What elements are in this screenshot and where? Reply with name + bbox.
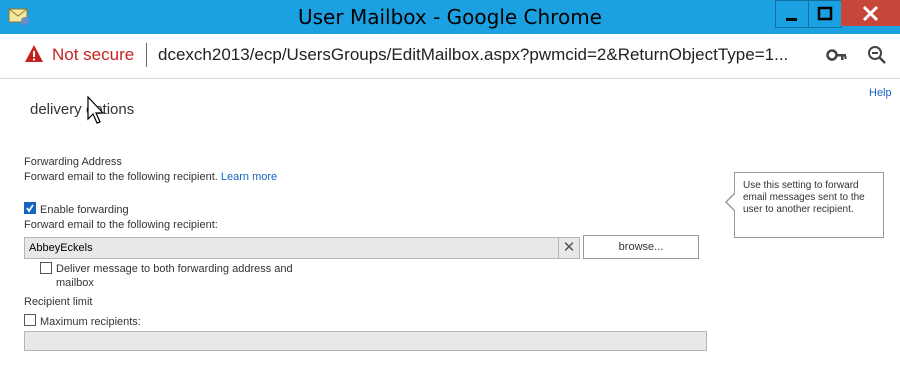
window-title: User Mailbox - Google Chrome <box>298 5 602 29</box>
tooltip-arrow-fill <box>727 193 736 211</box>
forwarding-address-title: Forwarding Address <box>24 156 122 168</box>
deliver-both-label-line2: mailbox <box>56 277 94 289</box>
page-content: Help delivery options Forwarding Address… <box>0 79 900 375</box>
clear-recipient-button[interactable]: ✕ <box>558 238 579 258</box>
max-recipients-checkbox[interactable] <box>24 314 36 326</box>
key-icon[interactable] <box>826 46 848 64</box>
forwarding-tooltip: Use this setting to forward email messag… <box>734 172 884 238</box>
forwarding-description-text: Forward email to the following recipient… <box>24 171 218 183</box>
close-icon <box>862 5 879 22</box>
address-bar: Not secure dcexch2013/ecp/UsersGroups/Ed… <box>0 34 900 79</box>
recipient-value: AbbeyEckels <box>29 242 93 254</box>
forward-to-label: Forward email to the following recipient… <box>24 219 218 231</box>
title-bar: User Mailbox - Google Chrome <box>0 0 900 34</box>
close-button[interactable] <box>841 0 900 26</box>
recipient-limit-title: Recipient limit <box>24 296 93 308</box>
max-recipients-input[interactable] <box>24 331 707 351</box>
minimize-button[interactable] <box>775 0 809 28</box>
learn-more-link[interactable]: Learn more <box>221 171 277 183</box>
enable-forwarding-checkbox[interactable] <box>24 202 36 214</box>
browse-button[interactable]: browse... <box>583 235 699 259</box>
deliver-both-checkbox[interactable] <box>40 262 52 274</box>
tooltip-line: email messages sent to the <box>743 192 865 203</box>
security-status[interactable]: Not secure <box>52 45 134 65</box>
checkmark-icon <box>26 204 34 213</box>
tooltip-line: Use this setting to forward <box>743 180 859 191</box>
url-text[interactable]: dcexch2013/ecp/UsersGroups/EditMailbox.a… <box>158 45 788 65</box>
maximize-button[interactable] <box>808 0 842 28</box>
tooltip-line: user to another recipient. <box>743 204 854 215</box>
forwarding-recipient-input[interactable]: AbbeyEckels ✕ <box>24 237 580 259</box>
zoom-out-icon[interactable] <box>866 44 888 66</box>
mouse-cursor-icon <box>87 96 105 124</box>
help-link[interactable]: Help <box>869 87 892 99</box>
minimize-icon <box>786 18 797 21</box>
address-separator <box>146 43 147 67</box>
max-recipients-label: Maximum recipients: <box>40 316 141 328</box>
maximize-icon <box>817 6 833 21</box>
warning-triangle-icon[interactable] <box>24 44 44 64</box>
deliver-both-label-line1: Deliver message to both forwarding addre… <box>56 263 293 275</box>
enable-forwarding-label: Enable forwarding <box>40 204 129 216</box>
forwarding-address-description: Forward email to the following recipient… <box>24 171 277 183</box>
page-heading: delivery options <box>30 101 135 118</box>
